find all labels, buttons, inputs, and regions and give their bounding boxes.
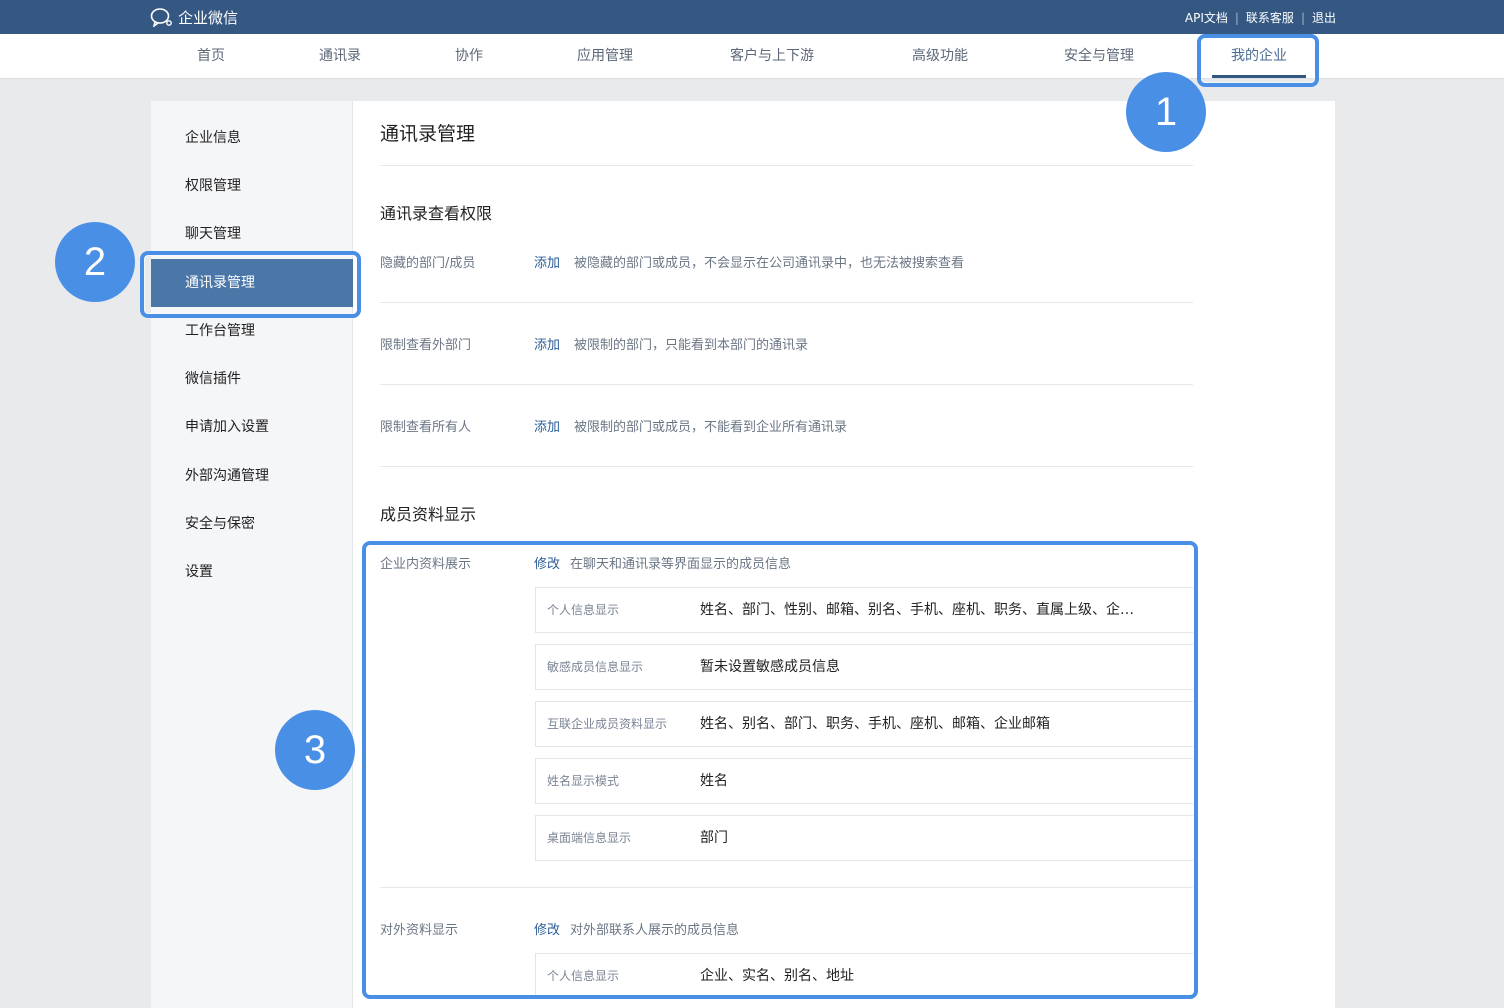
row-label: 限制查看所有人 xyxy=(380,420,472,435)
highlight-box-1 xyxy=(1197,34,1319,87)
api-docs-link[interactable]: API文档 xyxy=(1185,9,1228,26)
divider xyxy=(380,466,1193,467)
nav-app-management[interactable]: 应用管理 xyxy=(577,34,633,79)
step-badge-1: 1 xyxy=(1126,72,1206,152)
highlight-box-2 xyxy=(140,251,361,318)
add-restrict-all-link[interactable]: 添加 xyxy=(534,416,560,435)
section-title-view-permissions: 通讯录查看权限 xyxy=(380,204,493,223)
nav-security[interactable]: 安全与管理 xyxy=(1064,34,1134,79)
sidebar-item-external-comm[interactable]: 外部沟通管理 xyxy=(151,452,353,500)
divider xyxy=(380,384,1193,385)
sidebar-item-enterprise-info[interactable]: 企业信息 xyxy=(151,114,353,162)
nav-contacts[interactable]: 通讯录 xyxy=(319,34,361,79)
step-badge-3: 3 xyxy=(275,710,355,790)
divider xyxy=(380,302,1193,303)
sidebar: 企业信息 权限管理 聊天管理 通讯录管理 工作台管理 微信插件 申请加入设置 外… xyxy=(151,101,353,1008)
step-badge-2: 2 xyxy=(55,222,135,302)
nav-advanced[interactable]: 高级功能 xyxy=(912,34,968,79)
top-bar: 企业微信 API文档 | 联系客服 | 退出 xyxy=(0,0,1504,34)
nav-customers[interactable]: 客户与上下游 xyxy=(730,34,814,79)
row-description: 被限制的部门或成员，不能看到企业所有通讯录 xyxy=(574,420,848,435)
row-description: 被隐藏的部门或成员，不会显示在公司通讯录中，也无法被搜索查看 xyxy=(574,256,965,271)
row-label: 隐藏的部门/成员 xyxy=(380,256,476,271)
logout-link[interactable]: 退出 xyxy=(1312,9,1336,26)
top-links: API文档 | 联系客服 | 退出 xyxy=(1185,9,1336,26)
section-title-member-info: 成员资料显示 xyxy=(380,505,477,524)
add-restrict-dept-link[interactable]: 添加 xyxy=(534,334,560,353)
wecom-logo-icon xyxy=(150,8,172,27)
sidebar-item-settings[interactable]: 设置 xyxy=(151,548,353,596)
sidebar-item-join-settings[interactable]: 申请加入设置 xyxy=(151,403,353,451)
page-title: 通讯录管理 xyxy=(380,123,476,145)
row-label: 限制查看外部门 xyxy=(380,338,472,353)
sidebar-item-security-privacy[interactable]: 安全与保密 xyxy=(151,500,353,548)
row-description: 被限制的部门，只能看到本部门的通讯录 xyxy=(574,338,809,353)
highlight-box-3 xyxy=(362,541,1198,999)
divider xyxy=(380,165,1193,166)
divider: | xyxy=(1234,10,1239,25)
divider: | xyxy=(1300,10,1305,25)
nav-collaboration[interactable]: 协作 xyxy=(455,34,483,79)
sidebar-item-permissions[interactable]: 权限管理 xyxy=(151,162,353,210)
brand-name: 企业微信 xyxy=(178,8,239,27)
brand-logo[interactable]: 企业微信 xyxy=(150,6,238,28)
contact-support-link[interactable]: 联系客服 xyxy=(1246,9,1294,26)
sidebar-item-wechat-plugin[interactable]: 微信插件 xyxy=(151,355,353,403)
nav-home[interactable]: 首页 xyxy=(197,34,225,79)
add-hidden-link[interactable]: 添加 xyxy=(534,252,560,271)
